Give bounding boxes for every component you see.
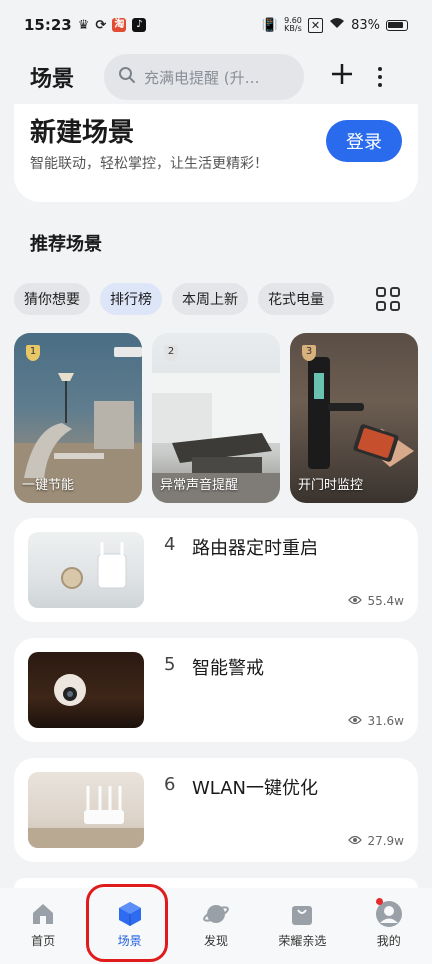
eye-icon xyxy=(348,714,363,728)
add-scene-button[interactable] xyxy=(330,62,354,92)
nav-discover-label: 发现 xyxy=(203,934,228,948)
chip-guess[interactable]: 猜你想要 xyxy=(14,283,90,315)
rank-badge: 2 xyxy=(164,345,178,361)
chip-new-this-week[interactable]: 本周上新 xyxy=(172,283,248,315)
router-image xyxy=(61,542,127,589)
nav-profile[interactable]: 我的 xyxy=(346,898,432,964)
profile-icon xyxy=(375,898,403,928)
chip-battery[interactable]: 花式电量 xyxy=(258,283,334,315)
list-item[interactable]: 6 WLAN一键优化 27.9w xyxy=(14,758,418,862)
list-item-rank: 4 xyxy=(164,534,176,555)
router-thumbnail xyxy=(28,532,144,608)
view-count-value: 55.4w xyxy=(367,594,404,608)
nav-home[interactable]: 首页 xyxy=(0,900,86,964)
no-sim-icon: ✕ xyxy=(307,17,324,33)
battery-icon xyxy=(386,19,408,31)
view-count: 55.4w xyxy=(348,594,404,608)
wlan-thumbnail xyxy=(28,772,144,848)
app-swirl-icon: ⟳ xyxy=(95,17,107,33)
rank-badge: 3 xyxy=(302,345,316,361)
list-item-title: WLAN一键优化 xyxy=(192,778,319,799)
ranking-card-label: 异常声音提醒 xyxy=(160,478,239,493)
grid-cell xyxy=(390,301,400,311)
status-bar: 15:23 ♛ ⟳ 淘 ♪ 📳 9.60 KB/s ✕ 83% xyxy=(0,0,432,50)
camera-thumbnail xyxy=(28,652,144,728)
ranking-card[interactable]: 1 一键节能 xyxy=(14,333,142,503)
net-speed: 9.60 KB/s xyxy=(284,17,302,33)
view-count-value: 31.6w xyxy=(367,714,404,728)
nav-honor-select-label: 荣耀亲选 xyxy=(278,934,327,948)
eye-icon xyxy=(348,834,363,848)
highlight-annotation xyxy=(86,884,168,962)
list-item[interactable]: 5 智能警戒 31.6w xyxy=(14,638,418,742)
login-button[interactable]: 登录 xyxy=(326,120,402,162)
camera-image xyxy=(54,674,86,706)
nav-profile-label: 我的 xyxy=(376,934,401,948)
view-count-value: 27.9w xyxy=(367,834,404,848)
ranking-card-label: 一键节能 xyxy=(22,478,75,493)
tiktok-icon: ♪ xyxy=(132,18,147,32)
chip-ranking[interactable]: 排行榜 xyxy=(100,283,162,315)
shopping-bag-icon xyxy=(288,900,316,928)
status-left: 15:23 ♛ ⟳ 淘 ♪ xyxy=(24,16,147,34)
top-ranking-cards: 1 一键节能 2 异常声音提醒 3 开门时监控 xyxy=(14,333,418,503)
new-scene-card[interactable]: 新建场景 智能联动，轻松掌控，让生活更精彩！ 登录 xyxy=(14,104,418,202)
planet-icon xyxy=(202,900,230,928)
view-count: 27.9w xyxy=(348,834,404,848)
page-title: 场景 xyxy=(30,67,75,92)
ranking-card-label: 开门时监控 xyxy=(298,478,364,493)
grid-cell xyxy=(376,287,386,297)
list-item-rank: 5 xyxy=(164,654,176,675)
grid-view-icon[interactable] xyxy=(376,287,400,311)
list-item-title: 智能警戒 xyxy=(192,658,264,679)
rank-badge: 1 xyxy=(26,345,40,361)
status-time: 15:23 xyxy=(24,16,72,34)
dot-icon xyxy=(378,75,383,79)
list-item[interactable]: 4 路由器定时重启 55.4w xyxy=(14,518,418,622)
battery-level: 83% xyxy=(351,17,380,33)
notification-dot xyxy=(375,898,383,905)
section-title: 推荐场景 xyxy=(30,234,102,255)
dot-icon xyxy=(378,67,383,71)
nav-home-label: 首页 xyxy=(31,934,56,948)
ranking-card[interactable]: 3 开门时监控 xyxy=(290,333,418,503)
search-placeholder: 充满电提醒 (升… xyxy=(144,68,260,87)
view-count: 31.6w xyxy=(348,714,404,728)
grid-cell xyxy=(376,301,386,311)
wifi-icon xyxy=(329,17,345,33)
nav-discover[interactable]: 发现 xyxy=(173,900,259,964)
bottom-nav: 首页 场景 发现 荣耀亲选 我的 xyxy=(0,888,432,964)
list-item-rank: 6 xyxy=(164,774,176,795)
more-options-button[interactable] xyxy=(378,67,383,87)
search-icon xyxy=(118,66,136,88)
ranking-card[interactable]: 2 异常声音提醒 xyxy=(152,333,280,503)
category-chips: 猜你想要 排行榜 本周上新 花式电量 xyxy=(14,283,334,315)
dot-icon xyxy=(378,83,383,87)
vibrate-icon: 📳 xyxy=(261,17,279,33)
home-icon xyxy=(29,900,57,928)
crown-app-icon: ♛ xyxy=(77,17,90,33)
wlan-router-image xyxy=(28,786,144,848)
nav-honor-select[interactable]: 荣耀亲选 xyxy=(259,900,345,964)
list-item-title: 路由器定时重启 xyxy=(192,538,318,559)
status-right: 📳 9.60 KB/s ✕ 83% xyxy=(262,17,408,33)
app-red-icon: 淘 xyxy=(112,18,127,32)
eye-icon xyxy=(348,594,363,608)
app-bar: 场景 充满电提醒 (升… xyxy=(0,50,432,104)
grid-cell xyxy=(390,287,400,297)
search-input[interactable]: 充满电提醒 (升… xyxy=(104,54,305,100)
net-speed-unit: KB/s xyxy=(284,24,302,33)
